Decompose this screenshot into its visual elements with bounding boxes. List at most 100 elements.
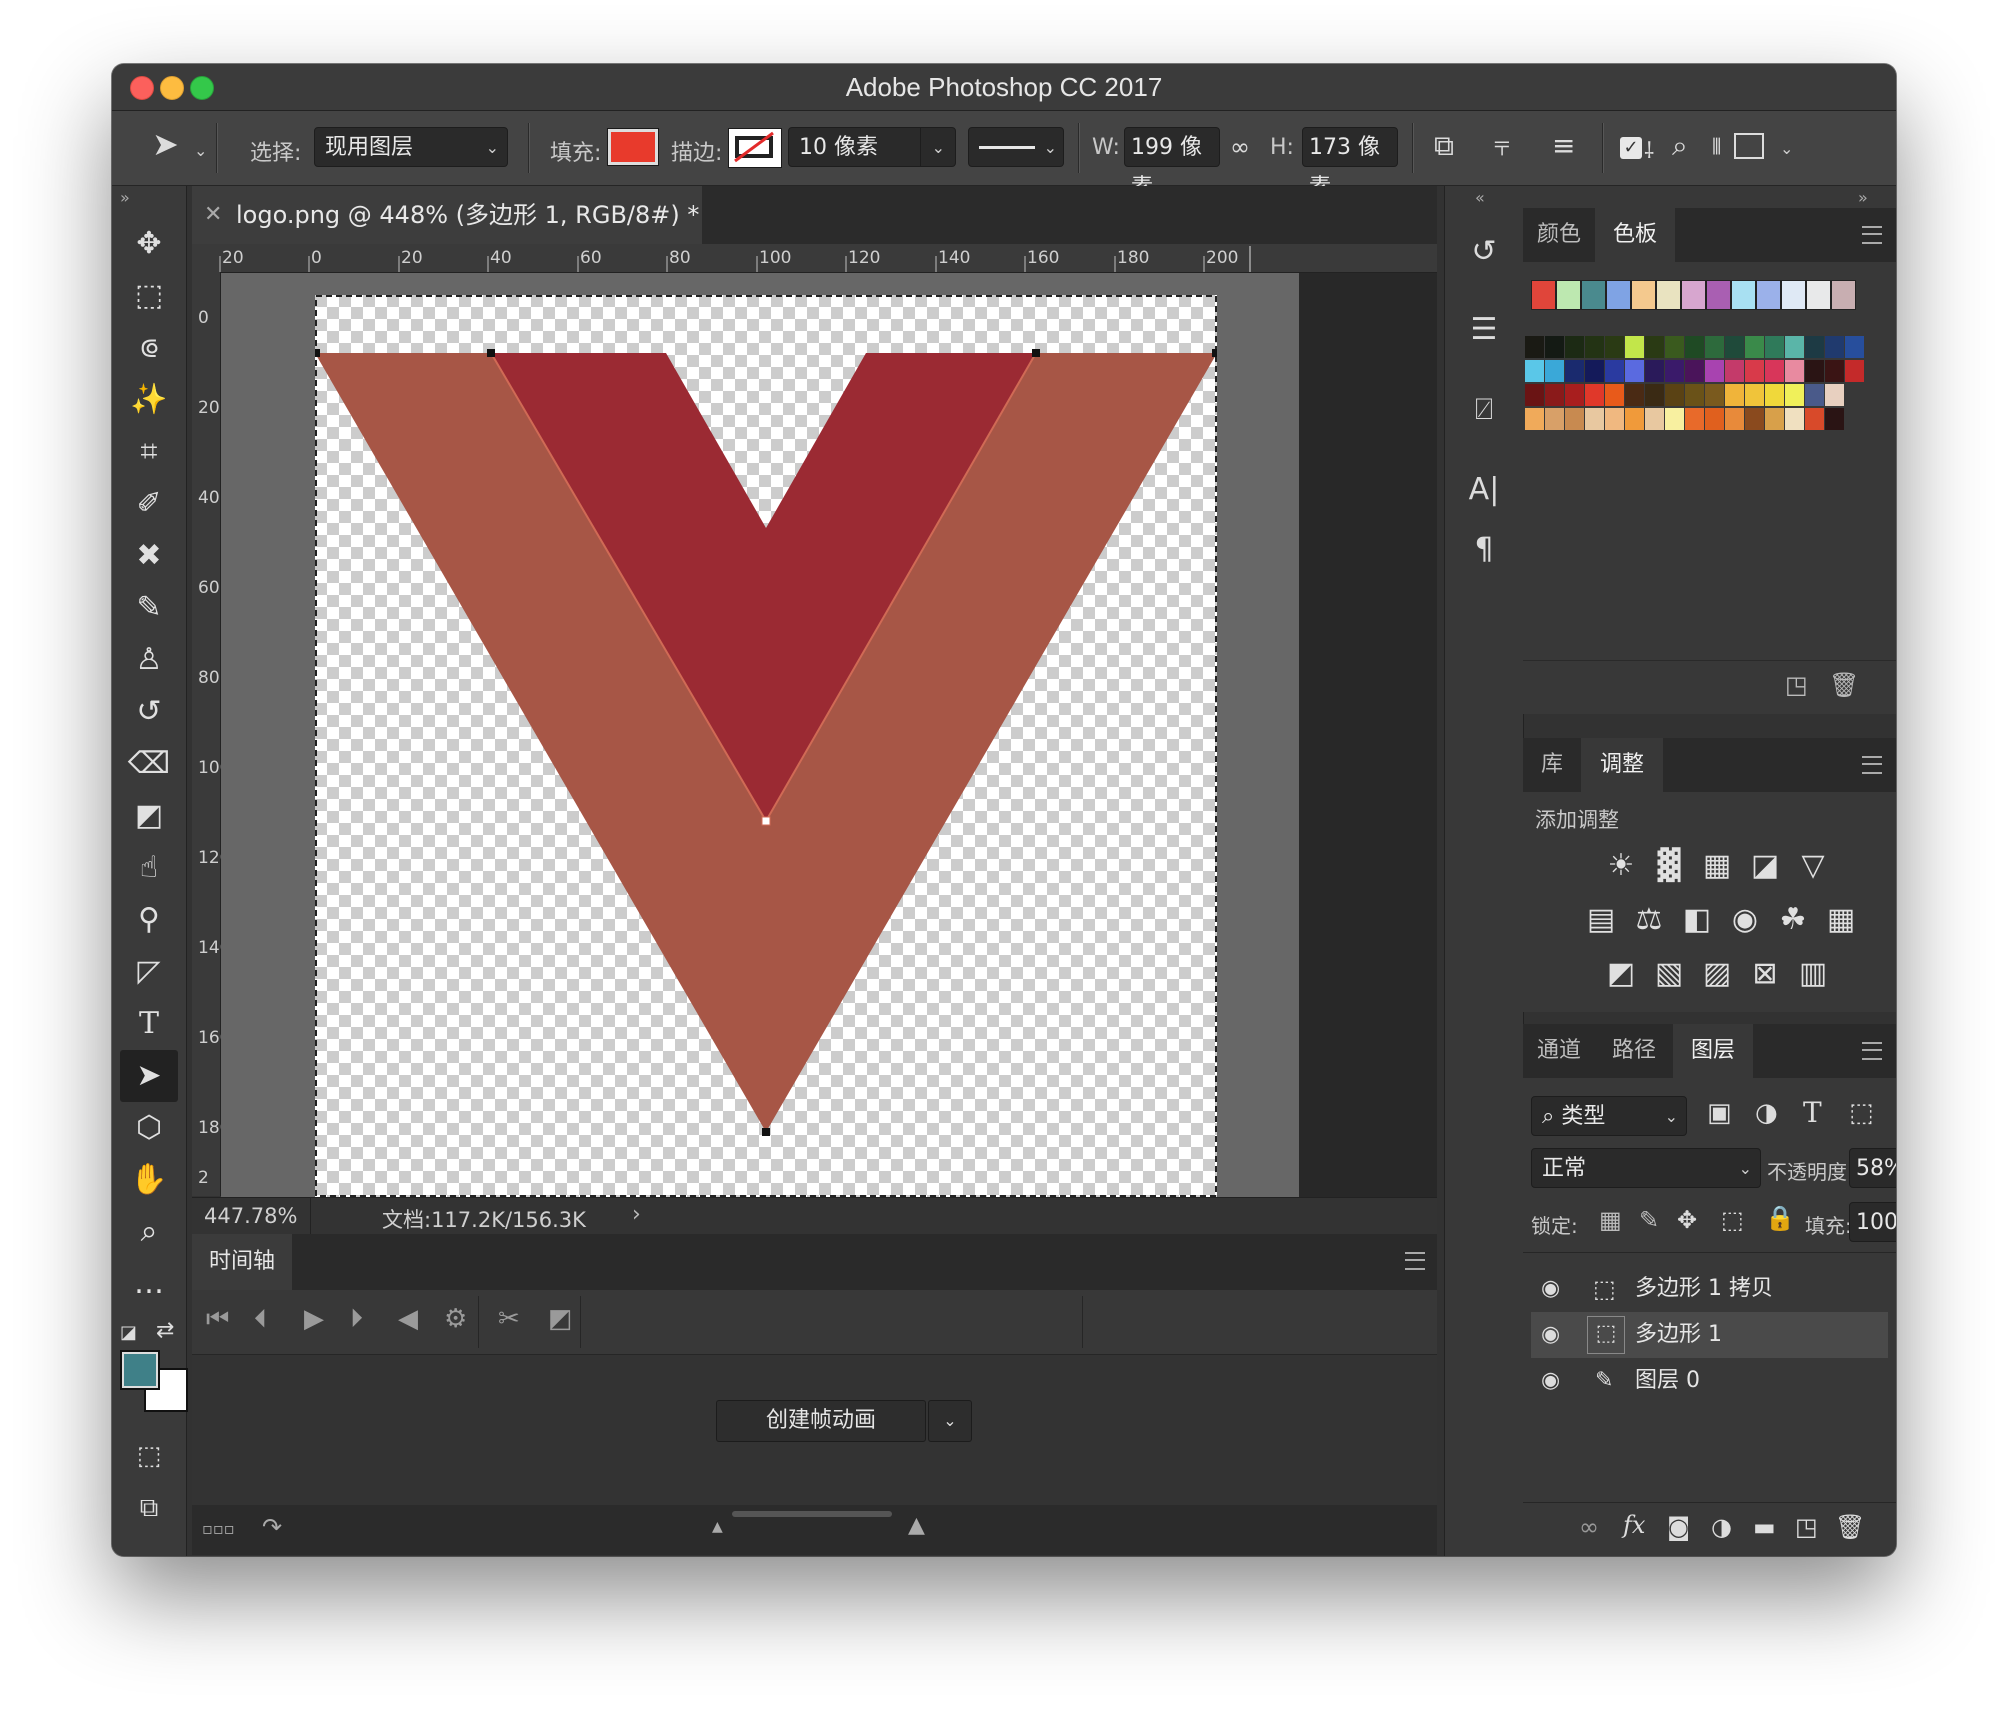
swatch[interactable] — [1705, 360, 1724, 382]
fx-icon[interactable]: fx — [1623, 1511, 1645, 1539]
layer-filter-dropdown[interactable]: ⌕ 类型 ⌄ — [1531, 1096, 1687, 1136]
paragraph-panel-icon[interactable]: ¶ — [1445, 532, 1523, 567]
swatch[interactable] — [1745, 408, 1764, 430]
swatch[interactable] — [1625, 336, 1644, 358]
swatch[interactable] — [1581, 280, 1606, 310]
zoom-tool-icon[interactable]: ⌕ — [112, 1206, 186, 1258]
transition-icon[interactable]: ◩ — [548, 1304, 573, 1334]
swatch[interactable] — [1585, 408, 1604, 430]
anchor-point[interactable] — [1212, 349, 1217, 357]
clone-stamp-tool-icon[interactable]: ♙ — [112, 634, 186, 686]
swap-colors-icon[interactable]: ⇄ — [156, 1318, 174, 1343]
tab-paths[interactable]: 路径 — [1595, 1024, 1673, 1078]
convert-frames-icon[interactable]: ▫▫▫ — [202, 1519, 235, 1538]
visibility-eye-icon[interactable]: ◉ — [1541, 1312, 1560, 1358]
collapse-toolbar-icon[interactable]: » — [120, 188, 130, 207]
swatch[interactable] — [1745, 384, 1764, 406]
swatch[interactable] — [1756, 280, 1781, 310]
swatch[interactable] — [1525, 384, 1544, 406]
swatch[interactable] — [1805, 360, 1824, 382]
swatch[interactable] — [1565, 360, 1584, 382]
animation-type-dropdown[interactable]: ⌄ — [928, 1400, 972, 1442]
settings-icon[interactable]: ⫴ — [1712, 135, 1721, 160]
character-panel-icon[interactable]: A| — [1445, 472, 1523, 507]
tab-channels[interactable]: 通道 — [1523, 1024, 1595, 1078]
collapse-dock-icon[interactable]: « — [1475, 188, 1485, 207]
panel-menu-icon[interactable] — [1405, 1252, 1425, 1270]
swatch[interactable] — [1825, 336, 1844, 358]
paint-bucket-tool-icon[interactable]: ◩ — [112, 790, 186, 842]
link-icon[interactable]: ∞ — [1230, 133, 1250, 161]
path-alignment-icon[interactable]: ⫧ — [1494, 129, 1510, 163]
workspace-icon[interactable] — [1734, 133, 1764, 159]
blend-mode-dropdown[interactable]: 正常 ⌄ — [1531, 1148, 1761, 1188]
checkbox-icon[interactable]: ✓ — [1620, 137, 1642, 159]
history-panel-icon[interactable]: ↺ — [1445, 234, 1523, 269]
color-balance-icon[interactable]: ⚖ — [1625, 902, 1673, 937]
shape-filter-icon[interactable]: ⬚ — [1849, 1098, 1874, 1128]
swatch[interactable] — [1545, 336, 1564, 358]
swatch[interactable] — [1585, 384, 1604, 406]
brightness-contrast-icon[interactable]: ☀ — [1597, 848, 1645, 883]
swatch[interactable] — [1685, 408, 1704, 430]
swatch[interactable] — [1585, 360, 1604, 382]
create-frame-animation-button[interactable]: 创建帧动画 — [716, 1400, 926, 1442]
polygon-tool-icon[interactable]: ⬡ — [112, 1102, 186, 1154]
default-colors-icon[interactable]: ◪ — [120, 1322, 137, 1343]
magic-wand-tool-icon[interactable]: ✨ — [112, 374, 186, 426]
add-mask-icon[interactable]: ◙ — [1667, 1513, 1690, 1541]
swatch[interactable] — [1765, 408, 1784, 430]
swatch[interactable] — [1725, 384, 1744, 406]
tab-swatches[interactable]: 色板 — [1595, 208, 1675, 262]
swatch[interactable] — [1665, 384, 1684, 406]
select-layer-dropdown[interactable]: 现用图层 ⌄ — [314, 127, 508, 167]
path-arrangement-icon[interactable]: ≡ — [1552, 129, 1575, 162]
move-tool-icon[interactable]: ✥ — [112, 218, 186, 270]
delete-layer-icon[interactable]: 🗑 — [1835, 1513, 1865, 1541]
history-brush-tool-icon[interactable]: ↺ — [112, 686, 186, 738]
search-icon[interactable]: ⌕ — [1672, 129, 1688, 163]
swatch[interactable] — [1765, 360, 1784, 382]
swatch[interactable] — [1625, 408, 1644, 430]
anchor-point[interactable] — [762, 1128, 770, 1136]
lock-position-icon[interactable]: ✥ — [1677, 1206, 1697, 1234]
exposure-icon[interactable]: ◪ — [1741, 848, 1789, 883]
fill-color-button[interactable] — [607, 128, 659, 166]
timeline-tab[interactable]: 时间轴 — [192, 1234, 292, 1290]
crop-tool-icon[interactable]: ⌗ — [112, 426, 186, 478]
levels-icon[interactable]: ▓ — [1645, 848, 1693, 883]
path-selection-tool-icon[interactable]: ➤ — [120, 1050, 178, 1102]
adjustment-filter-icon[interactable]: ◑ — [1755, 1098, 1778, 1128]
swatch[interactable] — [1605, 384, 1624, 406]
zoom-in-icon[interactable]: ▲ — [908, 1513, 925, 1538]
tab-color[interactable]: 颜色 — [1523, 208, 1595, 262]
layer-row[interactable]: ◉ ⬚ 多边形 1 — [1531, 1312, 1888, 1358]
path-panel-icon[interactable]: ⍁ — [1445, 392, 1523, 427]
tab-libraries[interactable]: 库 — [1523, 738, 1581, 792]
chevron-down-icon[interactable]: ⌄ — [932, 128, 945, 168]
panel-menu-icon[interactable] — [1862, 1042, 1882, 1060]
gradient-map-icon[interactable]: ▥ — [1789, 956, 1837, 991]
anchor-point[interactable] — [315, 349, 320, 357]
swatch[interactable] — [1545, 408, 1564, 430]
swatch[interactable] — [1605, 408, 1624, 430]
black-white-icon[interactable]: ◧ — [1673, 902, 1721, 937]
swatch[interactable] — [1625, 360, 1644, 382]
swatch[interactable] — [1665, 360, 1684, 382]
tool-preset-chevron-icon[interactable]: ⌄ — [194, 141, 207, 160]
pixel-filter-icon[interactable]: ▣ — [1707, 1098, 1732, 1128]
new-group-folder-icon[interactable]: ▬ — [1753, 1513, 1776, 1541]
invert-icon[interactable]: ◩ — [1597, 956, 1645, 991]
swatch[interactable] — [1785, 360, 1804, 382]
audio-icon[interactable]: ◀ — [398, 1304, 418, 1334]
selective-color-icon[interactable]: ⊠ — [1741, 956, 1789, 991]
stroke-type-dropdown[interactable]: ⌄ — [968, 127, 1064, 167]
swatch[interactable] — [1605, 336, 1624, 358]
dodge-tool-icon[interactable]: ⚲ — [112, 894, 186, 946]
swatch[interactable] — [1805, 408, 1824, 430]
swatch[interactable] — [1765, 384, 1784, 406]
swatch[interactable] — [1565, 384, 1584, 406]
swatch[interactable] — [1805, 384, 1824, 406]
swatch[interactable] — [1685, 336, 1704, 358]
first-frame-icon[interactable]: ⏮ — [206, 1304, 229, 1335]
